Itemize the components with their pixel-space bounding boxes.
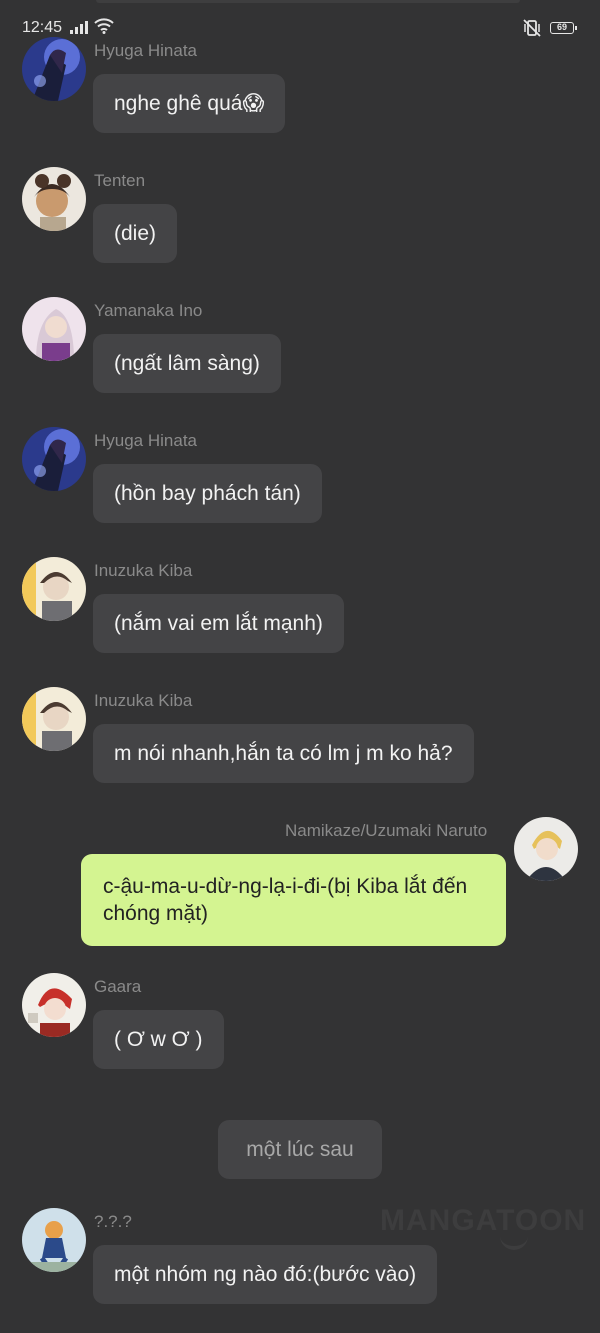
message-bubble[interactable]: ( Ơ w Ơ ) (93, 1010, 224, 1069)
avatar-tenten[interactable] (22, 167, 86, 231)
watermark-smile-icon (500, 1232, 528, 1250)
vibrate-mute-icon (522, 19, 542, 42)
sender-name: Hyuga Hinata (94, 41, 198, 60)
sender-name: Hyuga Hinata (94, 431, 198, 450)
sender-name: Yamanaka Ino (94, 301, 203, 320)
avatar-gaara[interactable] (22, 973, 86, 1037)
message-bubble[interactable]: một nhóm ng nào đó:(bước vào) (93, 1245, 438, 1304)
message-bubble[interactable]: nghe ghê quá😱 (93, 74, 286, 133)
avatar-unknown[interactable] (22, 1208, 86, 1272)
system-time-note: một lúc sau (218, 1120, 382, 1179)
sender-name: ?.?.? (94, 1212, 132, 1231)
avatar-yamanaka-ino[interactable] (22, 297, 86, 361)
sender-name: Inuzuka Kiba (94, 691, 193, 710)
sender-name: Gaara (94, 977, 142, 996)
sender-name: Namikaze/Uzumaki Naruto (285, 821, 488, 840)
previous-message-edge (96, 0, 520, 3)
wifi-icon (94, 18, 114, 39)
avatar-inuzuka-kiba[interactable] (22, 687, 86, 751)
avatar-inuzuka-kiba[interactable] (22, 557, 86, 621)
sender-name: Tenten (94, 171, 146, 190)
message-bubble[interactable]: (hồn bay phách tán) (93, 464, 322, 523)
message-bubble[interactable]: m nói nhanh,hắn ta có lm j m ko hả? (93, 724, 474, 783)
message-bubble[interactable]: (ngất lâm sàng) (93, 334, 281, 393)
mangatoon-watermark: MANGATOON (380, 1204, 587, 1237)
signal-icon (70, 21, 88, 34)
status-bar: 12:45 69 (0, 0, 600, 40)
battery-icon: 69 (550, 22, 577, 34)
own-message-bubble[interactable]: c-ậu-ma-u-dừ-ng-lạ-i-đi-(bị Kiba lắt đến… (81, 854, 506, 946)
avatar-hyuga-hinata[interactable] (22, 427, 86, 491)
avatar-hyuga-hinata[interactable] (22, 37, 86, 101)
avatar-namikaze-uzumaki-naruto[interactable] (514, 817, 578, 881)
message-bubble[interactable]: (nắm vai em lắt mạnh) (93, 594, 344, 653)
sender-name: Inuzuka Kiba (94, 561, 193, 580)
status-time: 12:45 (22, 19, 63, 36)
message-bubble[interactable]: (die) (93, 204, 178, 263)
